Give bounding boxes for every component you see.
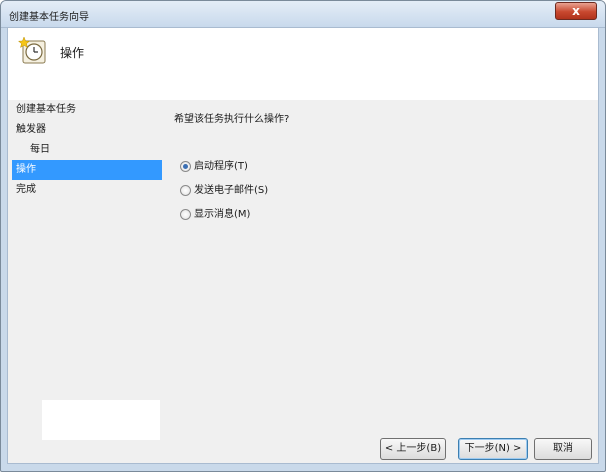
window-title: 创建基本任务向导 xyxy=(9,12,89,23)
option-label: 显示消息(M) xyxy=(194,209,251,220)
option-start-program[interactable]: 启动程序(T) xyxy=(174,160,574,184)
action-question: 希望该任务执行什么操作? xyxy=(174,114,290,125)
radio-start-program[interactable] xyxy=(180,161,191,172)
blank-area xyxy=(42,400,160,440)
close-icon: x xyxy=(572,4,580,18)
page-title: 操作 xyxy=(60,46,85,60)
option-show-message[interactable]: 显示消息(M) xyxy=(174,208,574,232)
radio-show-message[interactable] xyxy=(180,209,191,220)
close-button[interactable]: x xyxy=(555,2,597,20)
back-button[interactable]: < 上一步(B) xyxy=(380,438,446,460)
scheduler-clock-icon xyxy=(18,36,46,64)
step-trigger[interactable]: 触发器 xyxy=(12,120,162,140)
step-action[interactable]: 操作 xyxy=(12,160,162,180)
wizard-window: 创建基本任务向导 x 操作 创建基本任务 触发器 每日 操作 完成 希望该任务执… xyxy=(0,0,606,472)
step-finish[interactable]: 完成 xyxy=(12,180,162,200)
steps-sidebar: 创建基本任务 触发器 每日 操作 完成 xyxy=(12,100,162,200)
action-radio-group: 启动程序(T) 发送电子邮件(S) 显示消息(M) xyxy=(174,160,574,232)
option-label: 发送电子邮件(S) xyxy=(194,185,269,196)
wizard-header: 操作 xyxy=(7,28,599,100)
step-create-basic-task[interactable]: 创建基本任务 xyxy=(12,100,162,120)
cancel-button[interactable]: 取消 xyxy=(534,438,592,460)
next-button[interactable]: 下一步(N) > xyxy=(458,438,528,460)
radio-send-email[interactable] xyxy=(180,185,191,196)
action-content: 希望该任务执行什么操作? 启动程序(T) 发送电子邮件(S) 显示消息(M) xyxy=(174,112,574,232)
option-send-email[interactable]: 发送电子邮件(S) xyxy=(174,184,574,208)
wizard-body: 创建基本任务 触发器 每日 操作 完成 希望该任务执行什么操作? 启动程序(T)… xyxy=(7,100,599,464)
title-bar[interactable]: 创建基本任务向导 x xyxy=(1,1,605,28)
option-label: 启动程序(T) xyxy=(194,161,248,172)
step-daily[interactable]: 每日 xyxy=(12,140,162,160)
